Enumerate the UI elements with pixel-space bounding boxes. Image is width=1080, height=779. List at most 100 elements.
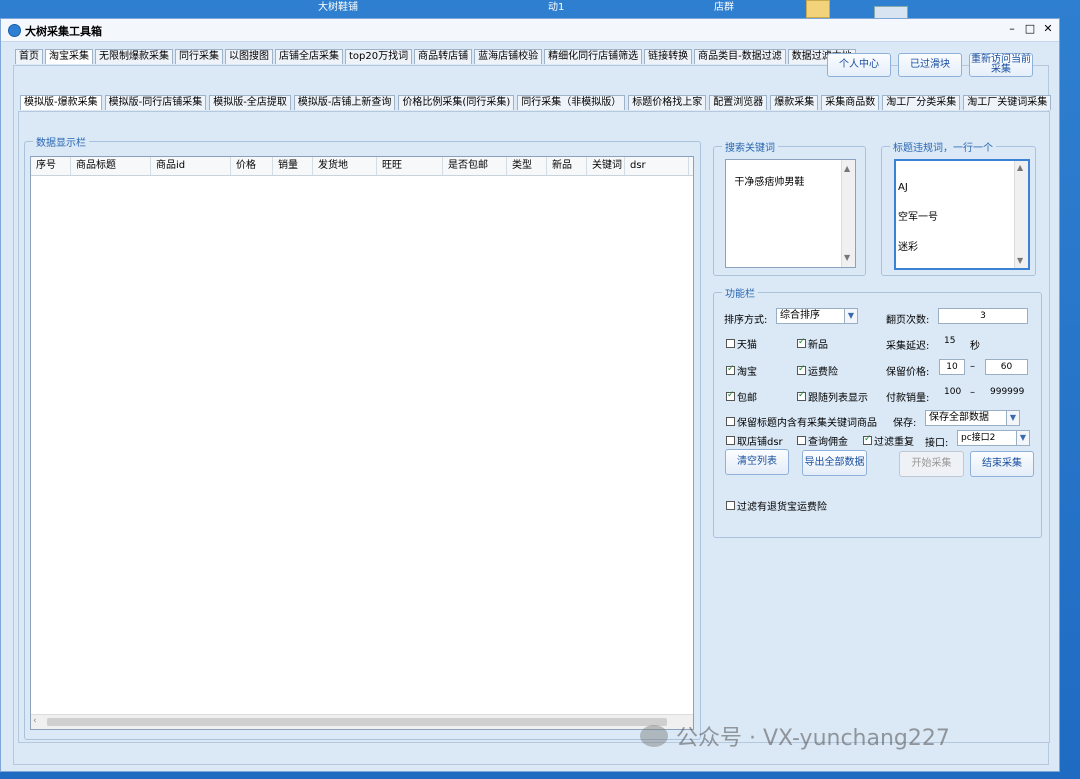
subtab-browser-config[interactable]: 配置浏览器 [709, 95, 768, 110]
subtab-price-ratio[interactable]: 价格比例采集(同行采集) [398, 95, 515, 110]
free-shipping-checkbox[interactable]: 包邮 [726, 389, 757, 404]
maximize-button[interactable]: □ [1023, 22, 1037, 36]
price-label: 保留价格: [886, 367, 930, 378]
freight-insurance-checkbox[interactable]: 运费险 [797, 363, 838, 378]
dedupe-checkbox[interactable]: 过滤重复 [863, 433, 914, 448]
subtab-sim-hot[interactable]: 模拟版-爆款采集 [20, 95, 102, 110]
search-keyword-input[interactable]: 干净感痞帅男鞋 ▲ ▼ [725, 159, 856, 268]
export-all-button[interactable]: 导出全部数据 [802, 450, 867, 476]
subtab-sim-peer-shop[interactable]: 模拟版-同行店铺采集 [104, 95, 207, 110]
tab-taobao[interactable]: 淘宝采集 [45, 49, 93, 64]
app-icon [8, 24, 21, 37]
sort-select[interactable]: 综合排序 ▼ [776, 308, 858, 324]
tab-image-search[interactable]: 以图搜图 [225, 49, 273, 64]
scroll-left-icon[interactable]: ‹ [33, 716, 37, 726]
column-header[interactable]: 商品标题 [71, 157, 151, 175]
sales-min-input[interactable]: 100 [944, 387, 961, 397]
shop-dsr-checkbox[interactable]: 取店铺dsr [726, 433, 783, 448]
tab-home[interactable]: 首页 [15, 49, 43, 64]
checkbox-box[interactable] [797, 436, 806, 445]
function-title: 功能栏 [722, 285, 758, 300]
data-table[interactable]: 序号 商品标题 商品id 价格 销量 发货地 旺旺 是否包邮 类型 新品 关键词… [30, 156, 694, 730]
price-max-input[interactable]: 60 [985, 359, 1028, 375]
tab-blue-ocean[interactable]: 蓝海店铺校验 [474, 49, 543, 64]
subtab-goods-count[interactable]: 采集商品数 [821, 95, 880, 110]
checkbox-box[interactable] [726, 364, 735, 375]
tab-goods-to-shop[interactable]: 商品转店铺 [414, 49, 473, 64]
subtab-sim-new-query[interactable]: 模拟版-店铺上新查询 [293, 95, 396, 110]
checkbox-box[interactable] [726, 417, 735, 426]
close-button[interactable]: ✕ [1041, 22, 1055, 36]
tab-unlimited[interactable]: 无限制爆款采集 [95, 49, 173, 64]
start-collect-button[interactable]: 开始采集 [899, 451, 964, 477]
subtab-factory-keyword[interactable]: 淘工厂关键词采集 [963, 95, 1052, 110]
chevron-down-icon[interactable]: ▼ [1006, 411, 1019, 425]
checkbox-box[interactable] [797, 337, 806, 348]
column-header[interactable]: 新品 [547, 157, 587, 175]
tab-peer[interactable]: 同行采集 [175, 49, 223, 64]
checkbox-label: 跟随列表显示 [808, 393, 868, 404]
vertical-scrollbar[interactable]: ▲ ▼ [1014, 161, 1028, 268]
tab-top20[interactable]: top20万找词 [345, 49, 413, 64]
chevron-down-icon[interactable]: ▼ [844, 309, 857, 323]
pages-input[interactable]: 3 [938, 308, 1028, 324]
delay-value[interactable]: 15 [944, 336, 955, 346]
checkbox-box[interactable] [863, 434, 872, 445]
column-header[interactable]: 类型 [507, 157, 547, 175]
slider-passed-button[interactable]: 已过滑块 [898, 53, 962, 77]
column-header[interactable]: 序号 [31, 157, 71, 175]
follow-list-checkbox[interactable]: 跟随列表显示 [797, 389, 868, 404]
chevron-down-icon[interactable]: ▼ [1016, 431, 1029, 445]
scroll-up-icon[interactable]: ▲ [1017, 163, 1023, 173]
horizontal-scrollbar[interactable]: ‹ [31, 714, 693, 729]
banned-words-input[interactable]: AJ 空军一号 迷彩 dunk 赤兔 飞电 pro ▲ ▼ [894, 159, 1030, 270]
price-min-input[interactable]: 10 [939, 359, 965, 375]
clear-list-button[interactable]: 清空列表 [725, 449, 789, 475]
column-header[interactable]: 销量 [273, 157, 313, 175]
api-select[interactable]: pc接口2 ▼ [957, 430, 1030, 446]
folder-icon[interactable] [806, 0, 830, 18]
commission-checkbox[interactable]: 查询佣金 [797, 433, 848, 448]
desktop-label: 店群 [714, 2, 734, 13]
tab-fine-filter[interactable]: 精细化同行店铺筛选 [544, 49, 643, 64]
subtab-sim-shop-extract[interactable]: 模拟版-全店提取 [209, 95, 291, 110]
checkbox-box[interactable] [726, 390, 735, 401]
subtab-peer-nonsim[interactable]: 同行采集（非模拟版） [517, 95, 626, 110]
column-header[interactable]: 发货地 [313, 157, 377, 175]
checkbox-box[interactable] [726, 339, 735, 348]
personal-center-button[interactable]: 个人中心 [827, 53, 891, 77]
stop-collect-button[interactable]: 结束采集 [970, 451, 1034, 477]
keep-title-keyword-checkbox[interactable]: 保留标题内含有采集关键词商品 [726, 414, 877, 429]
column-header[interactable]: 价格 [231, 157, 273, 175]
column-header[interactable]: dsr [625, 157, 689, 175]
taobao-checkbox[interactable]: 淘宝 [726, 363, 757, 378]
checkbox-box[interactable] [797, 364, 806, 375]
subtab-title-price[interactable]: 标题价格找上家 [628, 95, 707, 110]
revisit-button[interactable]: 重新访问当前采集 [969, 53, 1033, 77]
scroll-thumb[interactable] [47, 718, 667, 726]
checkbox-box[interactable] [726, 436, 735, 445]
scroll-down-icon[interactable]: ▼ [1017, 256, 1023, 266]
tab-link-convert[interactable]: 链接转换 [644, 49, 693, 64]
column-header[interactable]: 商品id [151, 157, 231, 175]
save-select[interactable]: 保存全部数据 ▼ [925, 410, 1020, 426]
refund-insurance-filter-checkbox[interactable]: 过滤有退货宝运费险 [726, 498, 827, 513]
sales-max-input[interactable]: 999999 [990, 387, 1024, 397]
main-tab-bar: 首页 淘宝采集 无限制爆款采集 同行采集 以图搜图 店铺全店采集 top20万找… [15, 49, 858, 65]
scroll-up-icon[interactable]: ▲ [844, 162, 850, 176]
column-header[interactable]: 旺旺 [377, 157, 443, 175]
subtab-factory-category[interactable]: 淘工厂分类采集 [882, 95, 961, 110]
tmall-checkbox[interactable]: 天猫 [726, 336, 757, 351]
column-header[interactable]: 关键词 [587, 157, 625, 175]
scroll-down-icon[interactable]: ▼ [844, 251, 850, 265]
subtab-hot[interactable]: 爆款采集 [770, 95, 819, 110]
tab-shop-all[interactable]: 店铺全店采集 [275, 49, 343, 64]
checkbox-box[interactable] [797, 390, 806, 401]
vertical-scrollbar[interactable]: ▲ ▼ [841, 160, 855, 267]
tab-category-filter[interactable]: 商品类目-数据过滤 [694, 49, 786, 64]
newgoods-checkbox[interactable]: 新品 [797, 336, 828, 351]
column-header[interactable]: 是否包邮 [443, 157, 507, 175]
window-title: 大树采集工具箱 [25, 25, 102, 38]
checkbox-box[interactable] [726, 501, 735, 510]
minimize-button[interactable]: – [1005, 22, 1019, 36]
